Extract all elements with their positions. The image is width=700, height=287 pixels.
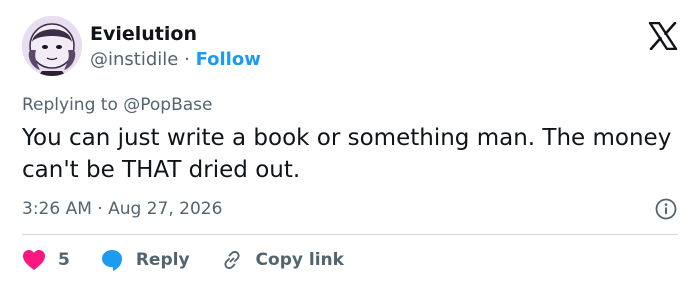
like-count: 5 (58, 250, 70, 270)
heart-icon (23, 250, 45, 270)
author-handle[interactable]: @instidile (90, 49, 178, 70)
follow-button[interactable]: Follow (196, 49, 261, 70)
divider (22, 234, 678, 235)
author-display-name[interactable]: Evielution (90, 23, 197, 45)
action-bar: 5 Reply Copy link (22, 246, 374, 274)
replying-to-label: Replying to (22, 95, 118, 115)
copy-link-label: Copy link (255, 250, 344, 270)
tweet-embed-card: Evielution @instidile · Follow Replying … (0, 0, 700, 287)
speech-bubble-icon (101, 250, 122, 271)
like-button[interactable]: 5 (22, 249, 70, 271)
reply-label: Reply (135, 250, 190, 270)
avatar-illustration (22, 16, 82, 76)
tweet-timestamp[interactable]: 3:26 AM · Aug 27, 2026 (22, 199, 222, 219)
reply-button[interactable]: Reply (100, 248, 190, 272)
info-icon[interactable] (654, 197, 678, 221)
copy-link-button[interactable]: Copy link (220, 248, 344, 272)
link-icon (223, 250, 240, 270)
replying-to-mention[interactable]: @PopBase (123, 95, 212, 115)
x-logo-icon[interactable] (648, 22, 678, 50)
separator-dot: · (184, 49, 190, 70)
tweet-text: You can just write a book or something m… (22, 125, 672, 183)
avatar[interactable] (22, 16, 82, 76)
author-handle-row: @instidile · Follow (90, 49, 261, 70)
replying-to-line: Replying to @PopBase (22, 95, 212, 115)
